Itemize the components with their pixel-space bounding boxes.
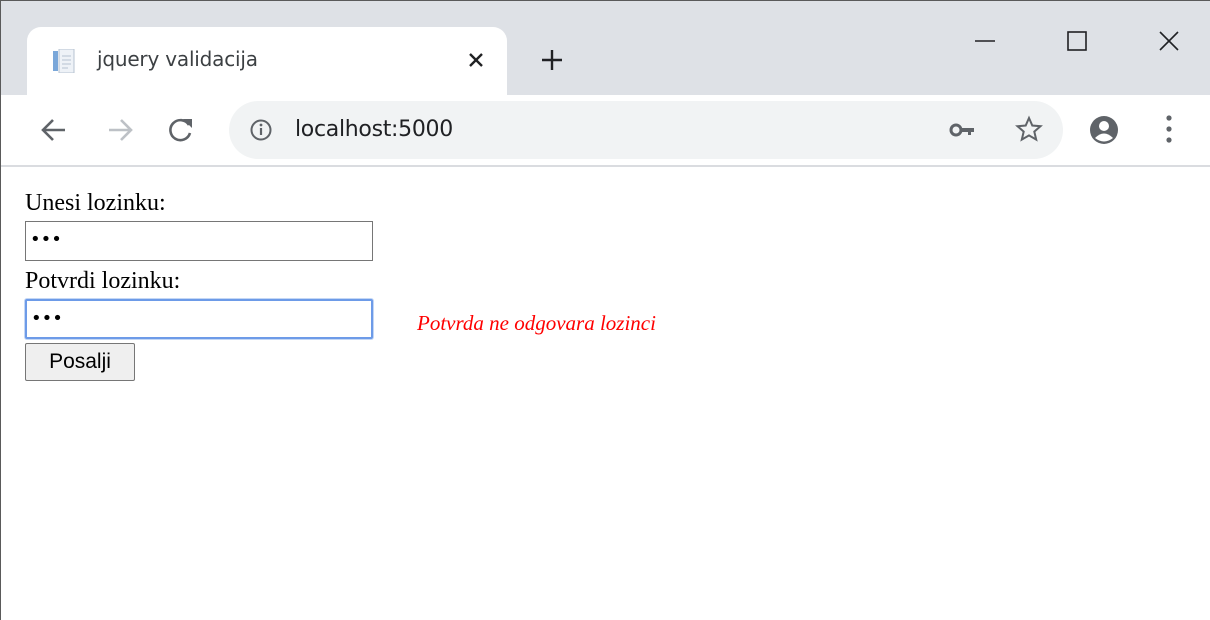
- browser-toolbar: localhost:5000: [1, 95, 1210, 167]
- arrow-right-icon[interactable]: [105, 115, 135, 145]
- password-input[interactable]: •••: [25, 221, 373, 261]
- account-icon[interactable]: [1089, 115, 1119, 145]
- info-icon[interactable]: [249, 118, 273, 142]
- address-bar[interactable]: localhost:5000: [229, 101, 1063, 159]
- tab-title: jquery validacija: [97, 47, 258, 71]
- url-text[interactable]: localhost:5000: [295, 117, 453, 142]
- confirm-password-label: Potvrdi lozinku:: [25, 268, 181, 294]
- confirm-password-input[interactable]: •••: [25, 299, 373, 339]
- validation-error: Potvrda ne odgovara lozinci: [417, 311, 656, 335]
- page-icon: [53, 49, 75, 73]
- plus-icon[interactable]: [539, 47, 565, 73]
- more-vert-icon[interactable]: [1163, 113, 1175, 145]
- browser-window: jquery validacija localhost:5000 Unesi l…: [0, 0, 1210, 620]
- close-icon[interactable]: [465, 49, 487, 71]
- tab-active[interactable]: jquery validacija: [27, 27, 507, 95]
- close-window-icon[interactable]: [1139, 19, 1199, 63]
- password-label: Unesi lozinku:: [25, 190, 166, 216]
- reload-icon[interactable]: [165, 115, 195, 145]
- star-icon[interactable]: [1015, 115, 1043, 143]
- submit-button[interactable]: Posalji: [25, 343, 135, 381]
- key-icon[interactable]: [949, 119, 975, 141]
- arrow-left-icon[interactable]: [39, 115, 69, 145]
- tab-strip: jquery validacija: [1, 1, 1210, 95]
- maximize-icon[interactable]: [1047, 19, 1107, 63]
- minimize-icon[interactable]: [955, 19, 1015, 63]
